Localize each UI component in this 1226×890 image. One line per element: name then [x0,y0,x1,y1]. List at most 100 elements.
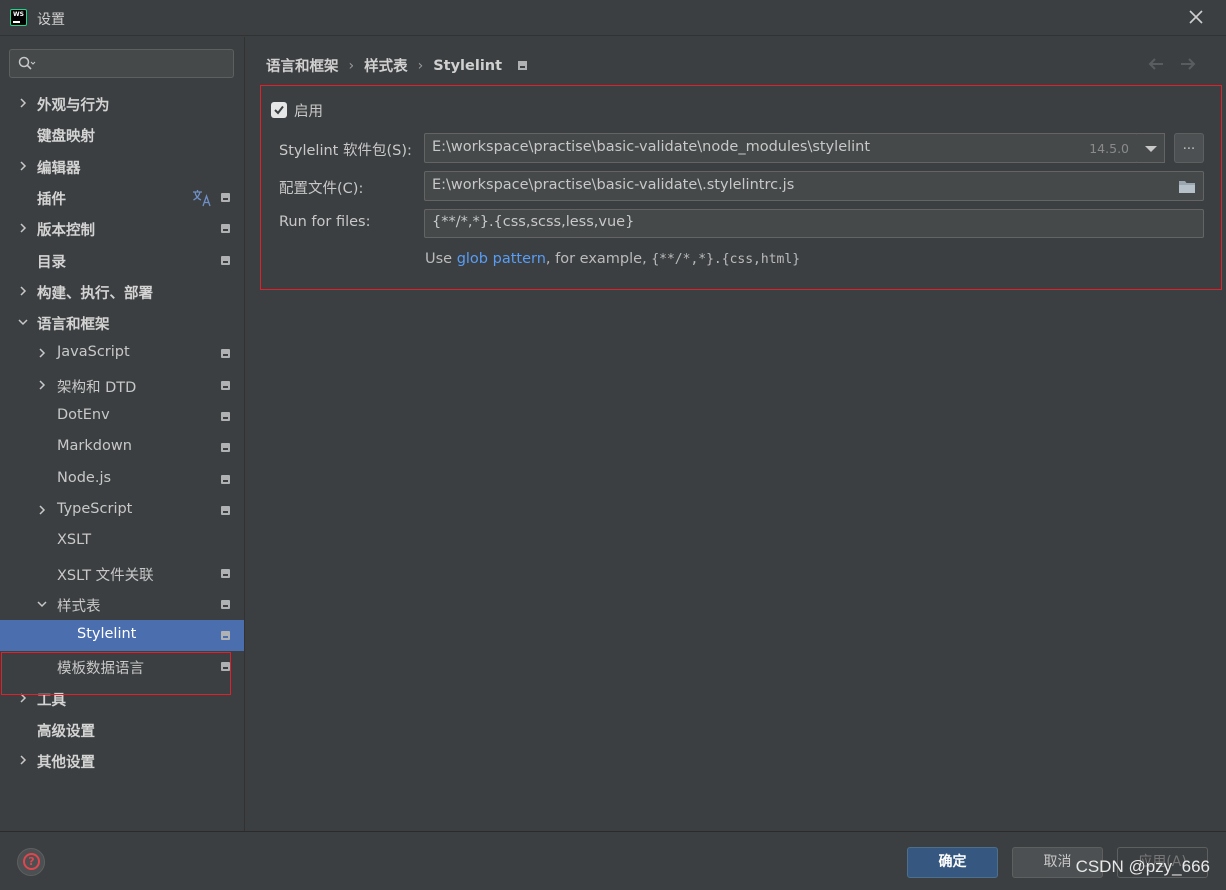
chevron-right-icon[interactable] [17,160,29,172]
chevron-right-icon[interactable] [17,754,29,766]
sidebar-item[interactable]: 版本控制 [0,213,244,244]
config-file-value: E:\workspace\practise\basic-validate\.st… [432,177,795,193]
sidebar-item-label: 架构和 DTD [57,379,137,396]
sidebar-item-label: DotEnv [57,407,110,423]
sidebar-item-label: 语言和框架 [37,317,110,334]
sidebar-item[interactable]: 样式表 [0,589,244,620]
run-for-files-value: {**/*,*}.{css,scss,less,vue} [432,214,635,230]
sidebar-item-label: Node.js [57,469,112,486]
search-input[interactable] [42,54,227,74]
checkmark-icon [274,105,284,115]
chevron-right-icon[interactable] [36,504,48,516]
chevron-right-icon[interactable] [36,379,48,391]
project-level-icon [221,599,230,609]
chevron-right-icon[interactable] [17,97,29,109]
project-level-icon [518,61,528,70]
help-icon: ? [23,853,40,870]
sidebar-item[interactable]: TypeScript [0,495,244,526]
package-path-combobox[interactable]: E:\workspace\practise\basic-validate\nod… [424,133,1138,163]
breadcrumb-item-stylelint: Stylelint [433,57,503,74]
sidebar-item[interactable]: 高级设置 [0,714,244,745]
glob-pattern-link[interactable]: glob pattern [457,251,546,267]
watermark: CSDN @pzy_666 [1075,857,1210,876]
project-level-icon [221,505,230,515]
sidebar-item[interactable]: 键盘映射 [0,119,244,150]
sidebar-item[interactable]: 构建、执行、部署 [0,276,244,307]
package-label: Stylelint 软件包(S): [279,143,412,159]
sidebar-item-label: 插件 [37,191,66,208]
sidebar-item-label: 样式表 [57,598,101,615]
sidebar-item-label: 编辑器 [37,160,81,177]
settings-main-panel: 语言和框架 › 样式表 › Stylelint 启用 Stylelint 软件包(S):… [244,37,1226,831]
forward-arrow-icon[interactable] [1180,57,1196,71]
sidebar-item[interactable]: 插件 [0,182,244,213]
enable-label[interactable]: 启用 [294,100,323,121]
sidebar-item-label: JavaScript [57,344,130,361]
close-icon[interactable] [1186,7,1206,27]
sidebar-item[interactable]: 语言和框架 [0,307,244,338]
project-level-icon [221,192,230,202]
package-path-value: E:\workspace\practise\basic-validate\nod… [432,139,871,155]
breadcrumb-item-stylesheets[interactable]: 样式表 [364,55,408,76]
sidebar-item[interactable]: JavaScript [0,338,244,369]
sidebar-item[interactable]: XSLT 文件关联 [0,558,244,589]
sidebar-item-label: 键盘映射 [37,129,95,146]
sidebar-item[interactable]: XSLT [0,526,244,557]
back-arrow-icon[interactable] [1148,57,1164,71]
browse-package-button[interactable]: ... [1174,133,1204,163]
project-level-icon [221,412,230,421]
chevron-down-icon[interactable] [17,316,29,328]
ok-button[interactable]: 确定 [907,847,998,878]
dialog-footer: ? 确定 取消 应用(A) CSDN @pzy_666 [0,831,1226,890]
sidebar-item-label: 构建、执行、部署 [37,285,153,302]
breadcrumb-item-languages[interactable]: 语言和框架 [266,55,339,76]
webstorm-app-icon: WS [10,9,27,26]
sidebar-item[interactable]: Stylelint [0,620,244,652]
sidebar-item[interactable]: 其他设置 [0,745,244,776]
sidebar-item[interactable]: 架构和 DTD [0,370,244,401]
help-button[interactable]: ? [17,848,45,876]
chevron-right-icon[interactable] [36,347,48,359]
settings-search-box[interactable] [9,49,234,78]
project-level-icon [221,380,230,390]
sidebar-item[interactable]: 编辑器 [0,151,244,182]
project-level-icon [221,255,230,265]
sidebar-item[interactable]: 目录 [0,245,244,276]
run-for-files-input[interactable]: {**/*,*}.{css,scss,less,vue} [424,209,1204,238]
package-dropdown-button[interactable] [1137,133,1165,163]
sidebar-item-label: TypeScript [57,500,133,517]
selection-highlight-box [1,652,231,695]
folder-icon[interactable] [1178,179,1196,194]
settings-sidebar: 外观与行为键盘映射编辑器插件版本控制目录构建、执行、部署 语言和框架 JavaScr… [0,37,244,831]
config-file-field[interactable]: E:\workspace\practise\basic-validate\.st… [424,171,1204,201]
breadcrumb-separator: › [348,57,355,74]
chevron-right-icon[interactable] [17,285,29,297]
chevron-down-icon[interactable] [36,598,48,610]
sidebar-item-label: 外观与行为 [37,98,110,114]
sidebar-item-label: 高级设置 [37,724,95,740]
project-level-icon [221,224,230,234]
sidebar-item[interactable]: Markdown [0,432,244,463]
sidebar-item-label: 版本控制 [37,223,95,240]
breadcrumb: 语言和框架 › 样式表 › Stylelint [266,55,528,76]
translate-icon [193,189,211,207]
sidebar-item[interactable]: 外观与行为 [0,88,244,119]
project-level-icon [221,631,230,641]
sidebar-item[interactable]: DotEnv [0,401,244,432]
search-icon [18,56,36,70]
sidebar-item-label: 目录 [37,254,66,271]
window-title: 设置 [37,12,65,28]
chevron-right-icon[interactable] [17,222,29,234]
breadcrumb-separator: › [417,57,424,74]
sidebar-item-label: XSLT [57,532,92,549]
package-version: 14.5.0 [1089,141,1129,156]
run-for-files-label: Run for files: [279,214,371,230]
project-level-icon [221,349,230,359]
sidebar-item-label: XSLT 文件关联 [57,567,154,584]
project-level-icon [221,474,230,484]
title-bar: WS 设置 [0,0,1226,36]
sidebar-item-label: Markdown [57,438,132,455]
sidebar-item-label: Stylelint [77,626,137,643]
enable-checkbox[interactable] [271,102,287,118]
sidebar-item[interactable]: Node.js [0,464,244,495]
